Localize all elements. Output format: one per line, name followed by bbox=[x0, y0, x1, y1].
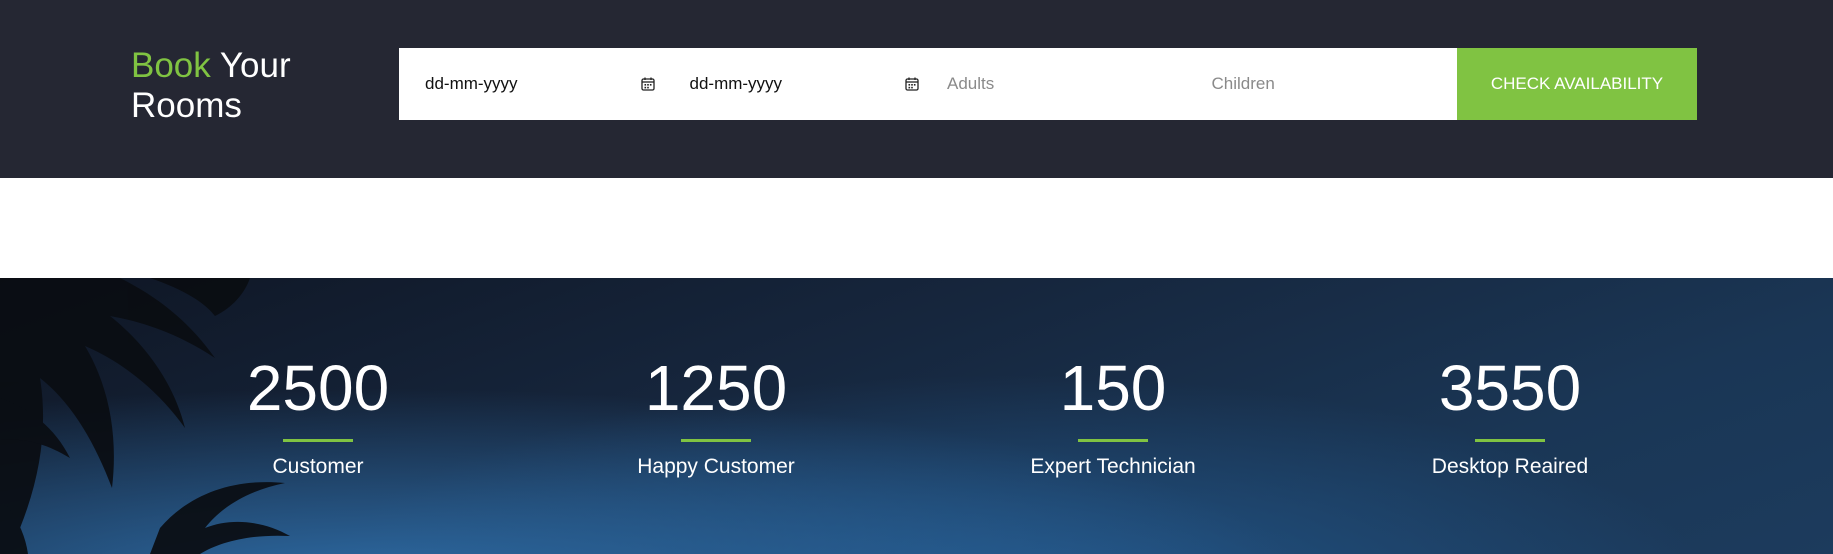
stat-happy-customer: 1250 Happy Customer bbox=[566, 278, 866, 479]
stat-divider bbox=[1475, 439, 1545, 442]
stat-number: 2500 bbox=[246, 352, 390, 424]
children-input[interactable]: Children bbox=[1193, 48, 1458, 120]
checkin-date-input[interactable]: dd-mm-yyyy bbox=[399, 48, 664, 120]
stat-label: Expert Technician bbox=[1030, 455, 1196, 478]
stat-label: Happy Customer bbox=[637, 455, 795, 478]
booking-title-word: Rooms bbox=[131, 86, 242, 125]
stat-divider bbox=[1078, 439, 1148, 442]
calendar-icon[interactable] bbox=[640, 77, 655, 91]
stat-number: 150 bbox=[1059, 352, 1167, 424]
stat-desktop-repaired: 3550 Desktop Reaired bbox=[1360, 278, 1660, 479]
stat-label: Customer bbox=[272, 455, 364, 478]
booking-title-word: Your bbox=[219, 46, 291, 85]
booking-title: Book Your Rooms bbox=[131, 46, 291, 126]
stat-label: Desktop Reaired bbox=[1431, 455, 1589, 478]
children-placeholder: Children bbox=[1211, 74, 1275, 93]
stat-number: 1250 bbox=[644, 352, 788, 424]
adults-placeholder: Adults bbox=[947, 74, 995, 93]
booking-title-accent: Book bbox=[131, 46, 211, 85]
checkout-date-value: dd-mm-yyyy bbox=[689, 74, 783, 93]
check-availability-button[interactable]: CHECK AVAILABILITY bbox=[1457, 48, 1697, 120]
stat-number: 3550 bbox=[1438, 352, 1582, 424]
checkin-date-value: dd-mm-yyyy bbox=[425, 74, 518, 93]
booking-form: dd-mm-yyyy dd-mm-yyyy Adults Children bbox=[399, 48, 1457, 120]
checkout-date-input[interactable]: dd-mm-yyyy bbox=[664, 48, 929, 120]
stat-divider bbox=[681, 439, 751, 442]
stat-expert-technician: 150 Expert Technician bbox=[963, 278, 1263, 479]
stat-divider bbox=[283, 439, 353, 442]
stats-section: 2500 Customer 1250 Happy Customer 150 Ex… bbox=[0, 278, 1833, 554]
adults-input[interactable]: Adults bbox=[928, 48, 1193, 120]
stat-customer: 2500 Customer bbox=[168, 278, 468, 479]
calendar-icon[interactable] bbox=[905, 77, 919, 91]
booking-bar: Book Your Rooms dd-mm-yyyy dd-mm-yyyy Ad… bbox=[0, 0, 1833, 178]
